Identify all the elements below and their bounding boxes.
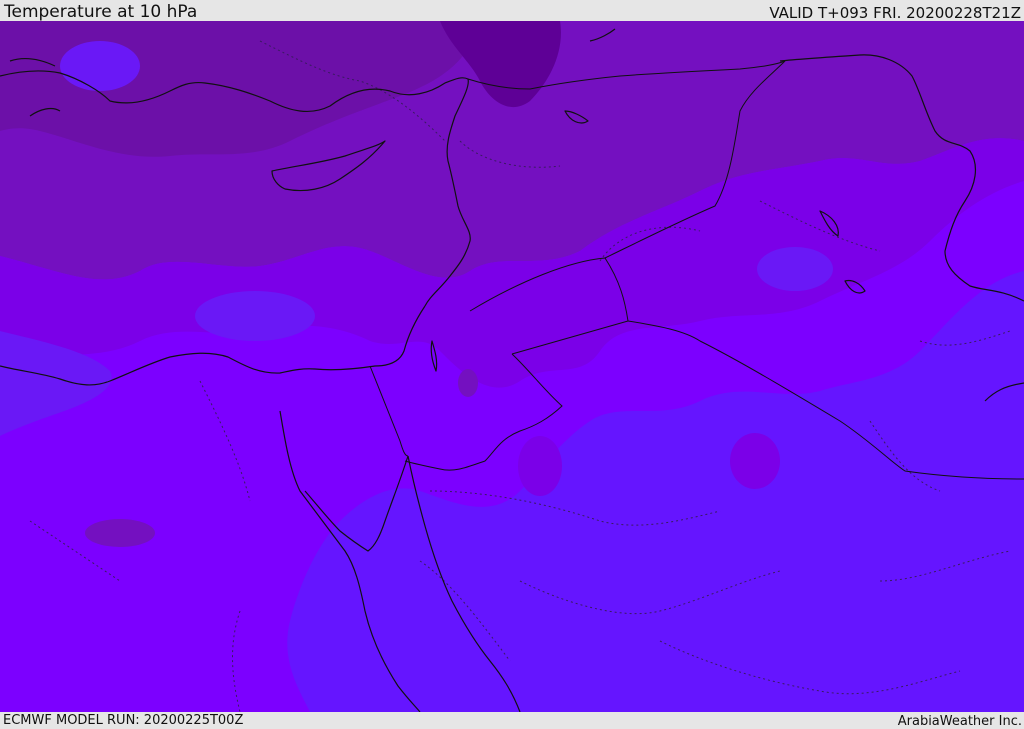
footer-bar: ECMWF MODEL RUN: 20200225T00Z ArabiaWeat…: [0, 712, 1024, 729]
map-title: Temperature at 10 hPa: [4, 2, 198, 22]
field-pocket-2: [85, 519, 155, 547]
field-pocket-5: [757, 247, 833, 291]
model-run-label: ECMWF MODEL RUN: 20200225T00Z: [3, 713, 244, 728]
field-pocket-4: [730, 433, 780, 489]
valid-time: VALID T+093 FRI. 20200228T21Z: [769, 4, 1021, 22]
header-bar: Temperature at 10 hPa VALID T+093 FRI. 2…: [0, 0, 1024, 21]
field-pocket-7: [60, 41, 140, 91]
weather-map[interactable]: [0, 21, 1024, 712]
field-pocket-1: [195, 291, 315, 341]
field-pocket-6: [458, 369, 478, 397]
field-pocket-3: [518, 436, 562, 496]
credit-label: ArabiaWeather Inc.: [897, 714, 1022, 729]
temperature-field: [0, 21, 1024, 712]
